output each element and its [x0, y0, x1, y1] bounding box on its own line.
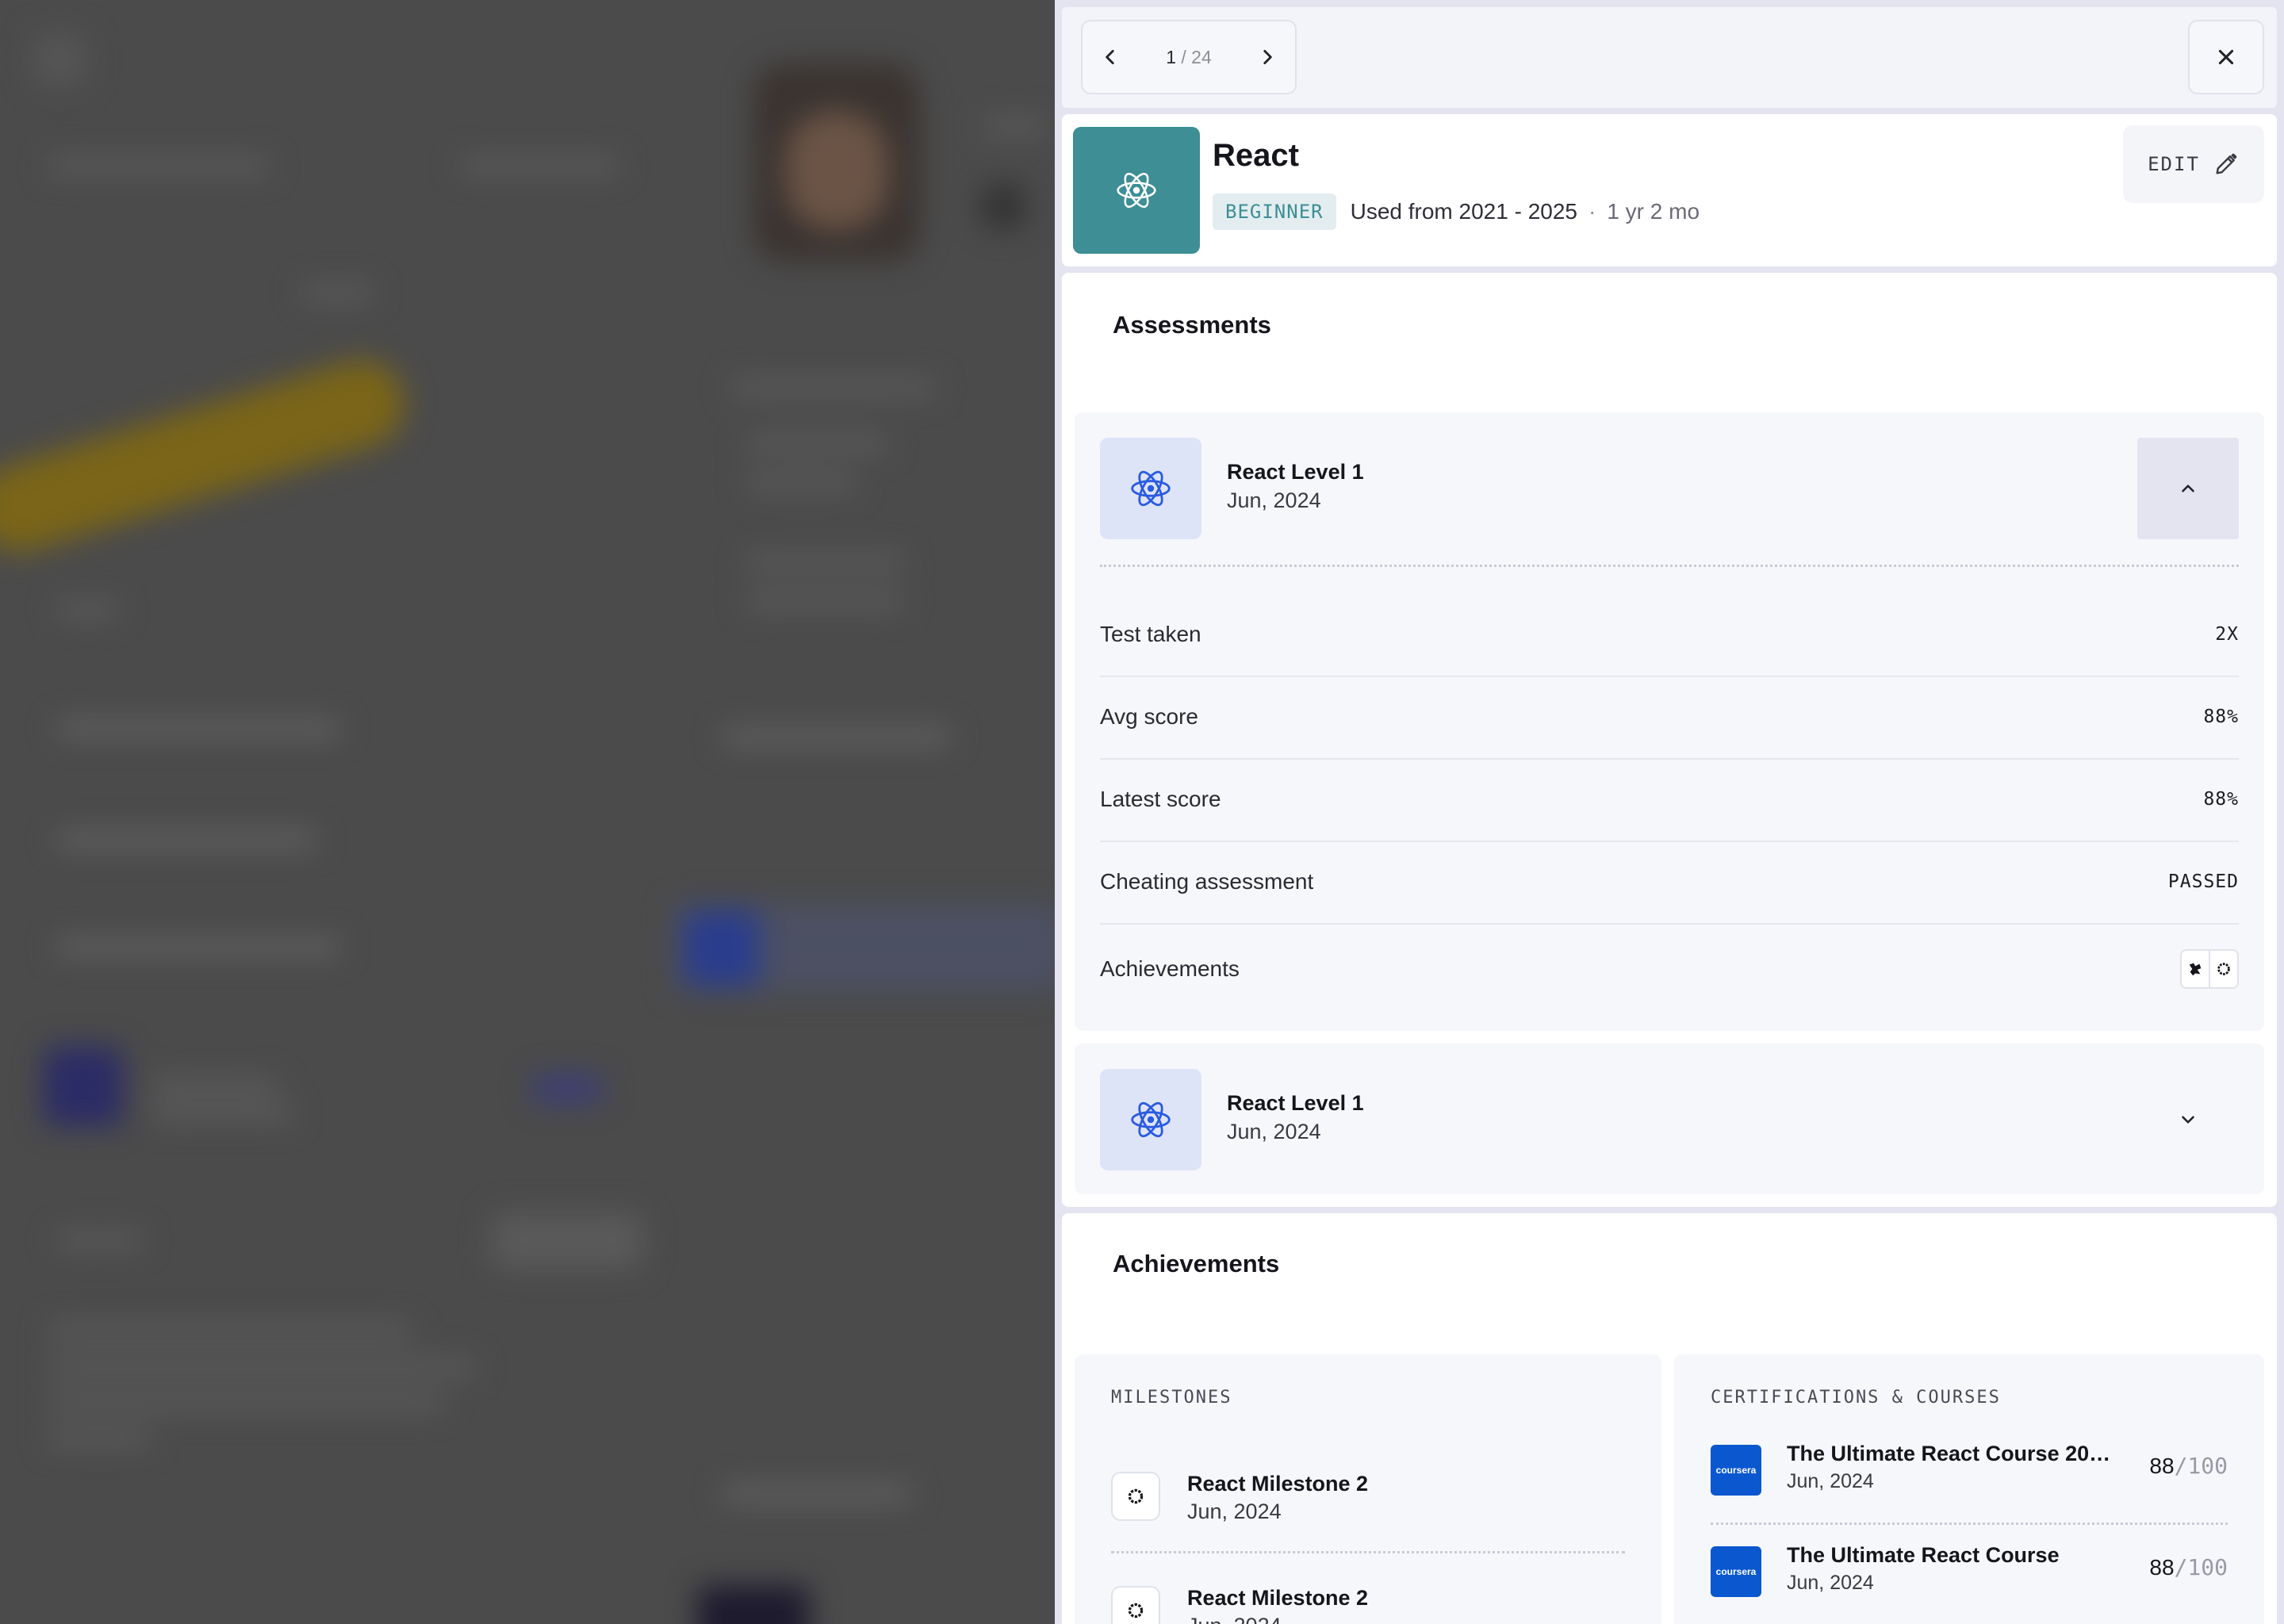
skill-meta: BEGINNER Used from 2021 - 2025 · 1 yr 2 …: [1213, 193, 1700, 230]
assessment-item: React Level 1 Jun, 2024 Test taken 2X Av…: [1075, 412, 2264, 1031]
previous-button[interactable]: [1083, 21, 1138, 93]
react-atom-icon: [1117, 172, 1156, 209]
coursera-logo: coursera: [1711, 1445, 1761, 1496]
divider: [1111, 1551, 1625, 1553]
stat-label: Latest score: [1100, 787, 1221, 811]
level-badge: BEGINNER: [1213, 193, 1336, 230]
achievements-title: Achievements: [1113, 1250, 1280, 1277]
certifications-heading: CERTIFICATIONS & COURSES: [1711, 1388, 2001, 1408]
assessment-title: React Level 1: [1227, 460, 1364, 484]
skill-duration: 1 yr 2 mo: [1607, 199, 1700, 224]
milestone-title: React Milestone 2: [1187, 1472, 1369, 1496]
milestone-date: Jun, 2024: [1187, 1614, 1282, 1624]
stat-value: PASSED: [2167, 871, 2239, 892]
course-item[interactable]: coursera The Ultimate React Course Jun, …: [1711, 1540, 2228, 1611]
milestones-panel: MILESTONES React Milestone 2 Jun, 2024 R…: [1075, 1354, 1661, 1624]
course-score: 88/100: [2149, 1554, 2228, 1580]
skill-detail-drawer: 1 / 24 EDIT React BEGINNER Used from 202…: [1055, 0, 2284, 1624]
stat-label: Test taken: [1100, 622, 1201, 646]
score-max: /100: [2174, 1554, 2228, 1580]
skill-used-range: Used from 2021 - 2025: [1350, 199, 1577, 224]
close-icon: [2218, 49, 2234, 65]
pager-total: / 24: [1181, 46, 1212, 67]
expand-button[interactable]: [2137, 1069, 2239, 1170]
divider: [1100, 565, 2239, 567]
course-date: Jun, 2024: [1787, 1470, 1874, 1492]
assessment-title: React Level 1: [1227, 1091, 1364, 1115]
stat-value: 2X: [2215, 624, 2239, 645]
assessments-title: Assessments: [1113, 311, 1271, 339]
chevron-right-icon: [1263, 50, 1272, 64]
react-atom-icon: [1131, 470, 1171, 507]
stat-row-test-taken: Test taken 2X: [1100, 593, 2239, 677]
assessment-icon: [1100, 438, 1201, 539]
course-item[interactable]: coursera The Ultimate React Course 2024:…: [1711, 1438, 2228, 1510]
ring-icon: [2217, 963, 2230, 975]
milestone-item[interactable]: React Milestone 2 Jun, 2024: [1111, 1572, 1625, 1624]
pager-current: 1: [1166, 46, 1177, 67]
achievement-badge-icon[interactable]: [2180, 949, 2210, 989]
react-atom-icon: [1131, 1101, 1171, 1138]
drawer-topbar: 1 / 24: [1062, 7, 2277, 108]
course-date: Jun, 2024: [1787, 1572, 1874, 1594]
stat-label: Achievements: [1100, 956, 1240, 981]
milestones-heading: MILESTONES: [1111, 1388, 1232, 1408]
skill-header-card: EDIT: [1062, 114, 2277, 266]
next-button[interactable]: [1240, 21, 1295, 93]
puzzle-icon: [2189, 963, 2202, 976]
achievement-icons: [2180, 949, 2239, 989]
score-value: 88: [2149, 1454, 2175, 1478]
milestone-badge-icon: [1111, 1472, 1160, 1521]
assessment-date: Jun, 2024: [1227, 488, 1321, 512]
stat-value: 88%: [2203, 789, 2239, 810]
course-title: The Ultimate React Course: [1787, 1543, 2060, 1567]
pager: 1 / 24: [1081, 20, 1297, 94]
edit-button[interactable]: EDIT: [2123, 125, 2264, 203]
meta-separator: ·: [1588, 199, 1596, 224]
milestone-badge-icon: [1111, 1586, 1160, 1624]
coursera-logo: coursera: [1711, 1546, 1761, 1597]
stat-row-cheating-assessment: Cheating assessment PASSED: [1100, 841, 2239, 925]
chevron-down-icon: [2182, 1116, 2194, 1124]
stat-row-avg-score: Avg score 88%: [1100, 676, 2239, 760]
stat-value: 88%: [2203, 707, 2239, 727]
assessment-item: React Level 1 Jun, 2024: [1075, 1044, 2264, 1194]
close-button[interactable]: [2188, 20, 2264, 94]
course-title: The Ultimate React Course 2024: React, R…: [1787, 1442, 2120, 1465]
achievements-card: Achievements MILESTONES React Milestone …: [1062, 1213, 2277, 1624]
milestone-date: Jun, 2024: [1187, 1500, 1282, 1523]
milestone-item[interactable]: React Milestone 2 Jun, 2024: [1111, 1457, 1625, 1537]
achievement-badge-icon[interactable]: [2210, 949, 2239, 989]
assessment-date: Jun, 2024: [1227, 1120, 1321, 1143]
divider: [1711, 1522, 2228, 1525]
stat-row-achievements: Achievements: [1100, 923, 2239, 1015]
skill-name: React: [1213, 138, 1299, 173]
assessment-icon: [1100, 1069, 1201, 1170]
skill-logo: [1073, 127, 1200, 254]
assessments-card: Assessments React Level 1 Jun, 2024 Test…: [1062, 273, 2277, 1207]
edit-label: EDIT: [2148, 153, 2200, 175]
collapse-button[interactable]: [2137, 438, 2239, 539]
stat-label: Cheating assessment: [1100, 869, 1314, 894]
chevron-up-icon: [2182, 485, 2194, 492]
course-score: 88/100: [2149, 1453, 2228, 1479]
score-value: 88: [2149, 1555, 2175, 1580]
certifications-panel: CERTIFICATIONS & COURSES coursera The Ul…: [1674, 1354, 2264, 1624]
pager-count: 1 / 24: [1138, 47, 1240, 68]
milestone-title: React Milestone 2: [1187, 1586, 1369, 1610]
stat-label: Avg score: [1100, 704, 1198, 729]
pencil-icon: [2216, 153, 2237, 174]
stat-row-latest-score: Latest score 88%: [1100, 758, 2239, 842]
background-page-overlay: [0, 0, 1055, 1624]
score-max: /100: [2174, 1453, 2228, 1479]
chevron-left-icon: [1106, 50, 1114, 64]
